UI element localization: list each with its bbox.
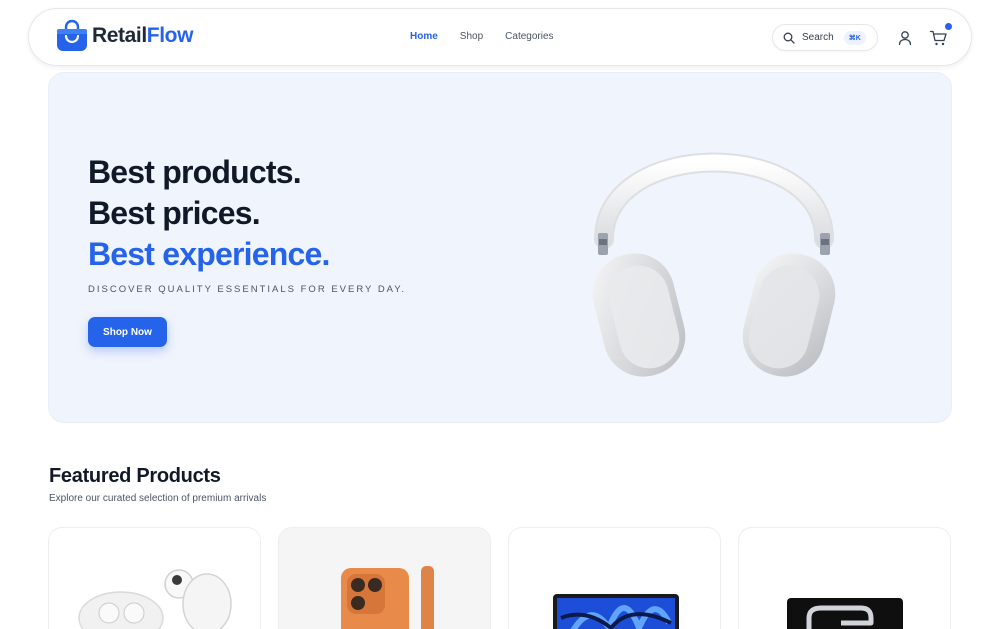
- product-card[interactable]: [508, 527, 721, 629]
- nav-link-home[interactable]: Home: [410, 31, 438, 42]
- user-icon[interactable]: [896, 29, 914, 47]
- featured-products-subtitle: Explore our curated selection of premium…: [49, 493, 267, 504]
- shopping-bag-icon: [57, 19, 87, 51]
- product-card[interactable]: [278, 527, 491, 629]
- product-card[interactable]: [738, 527, 951, 629]
- orange-phone-image: [341, 566, 434, 629]
- hero-subtitle: DISCOVER QUALITY ESSENTIALS FOR EVERY DA…: [88, 284, 407, 295]
- nav-link-shop[interactable]: Shop: [460, 31, 483, 42]
- brand-name: RetailFlow: [92, 24, 193, 48]
- product-card[interactable]: [48, 527, 261, 629]
- nav-link-categories[interactable]: Categories: [505, 31, 553, 42]
- blue-laptop-image: [553, 594, 679, 629]
- search-label: Search: [802, 32, 834, 43]
- brand-name-part1: Retail: [92, 24, 147, 47]
- headphones-image: [592, 152, 836, 377]
- hero-title-line3: Best experience.: [88, 236, 330, 272]
- cart-icon[interactable]: [929, 29, 949, 47]
- hero-title: Best products. Best prices. Best experie…: [88, 152, 330, 275]
- cart-notification-dot: [945, 23, 952, 30]
- brand-name-part2: Flow: [146, 24, 194, 47]
- search-icon: [783, 32, 795, 44]
- main-nav: Home Shop Categories: [410, 31, 576, 42]
- hero-banner: Best products. Best prices. Best experie…: [48, 72, 952, 423]
- hero-title-line2: Best prices.: [88, 195, 261, 231]
- search-button[interactable]: Search ⌘K: [772, 24, 878, 51]
- featured-products-title: Featured Products: [49, 465, 221, 487]
- brand-logo[interactable]: RetailFlow: [55, 19, 193, 53]
- earbuds-image: [78, 569, 232, 629]
- search-shortcut-badge: ⌘K: [843, 30, 866, 45]
- hero-title-line1: Best products.: [88, 154, 302, 190]
- shop-now-button[interactable]: Shop Now: [88, 317, 167, 347]
- black-laptop-image: [787, 598, 903, 629]
- navbar: RetailFlow Home Shop Categories Search ⌘…: [28, 8, 972, 66]
